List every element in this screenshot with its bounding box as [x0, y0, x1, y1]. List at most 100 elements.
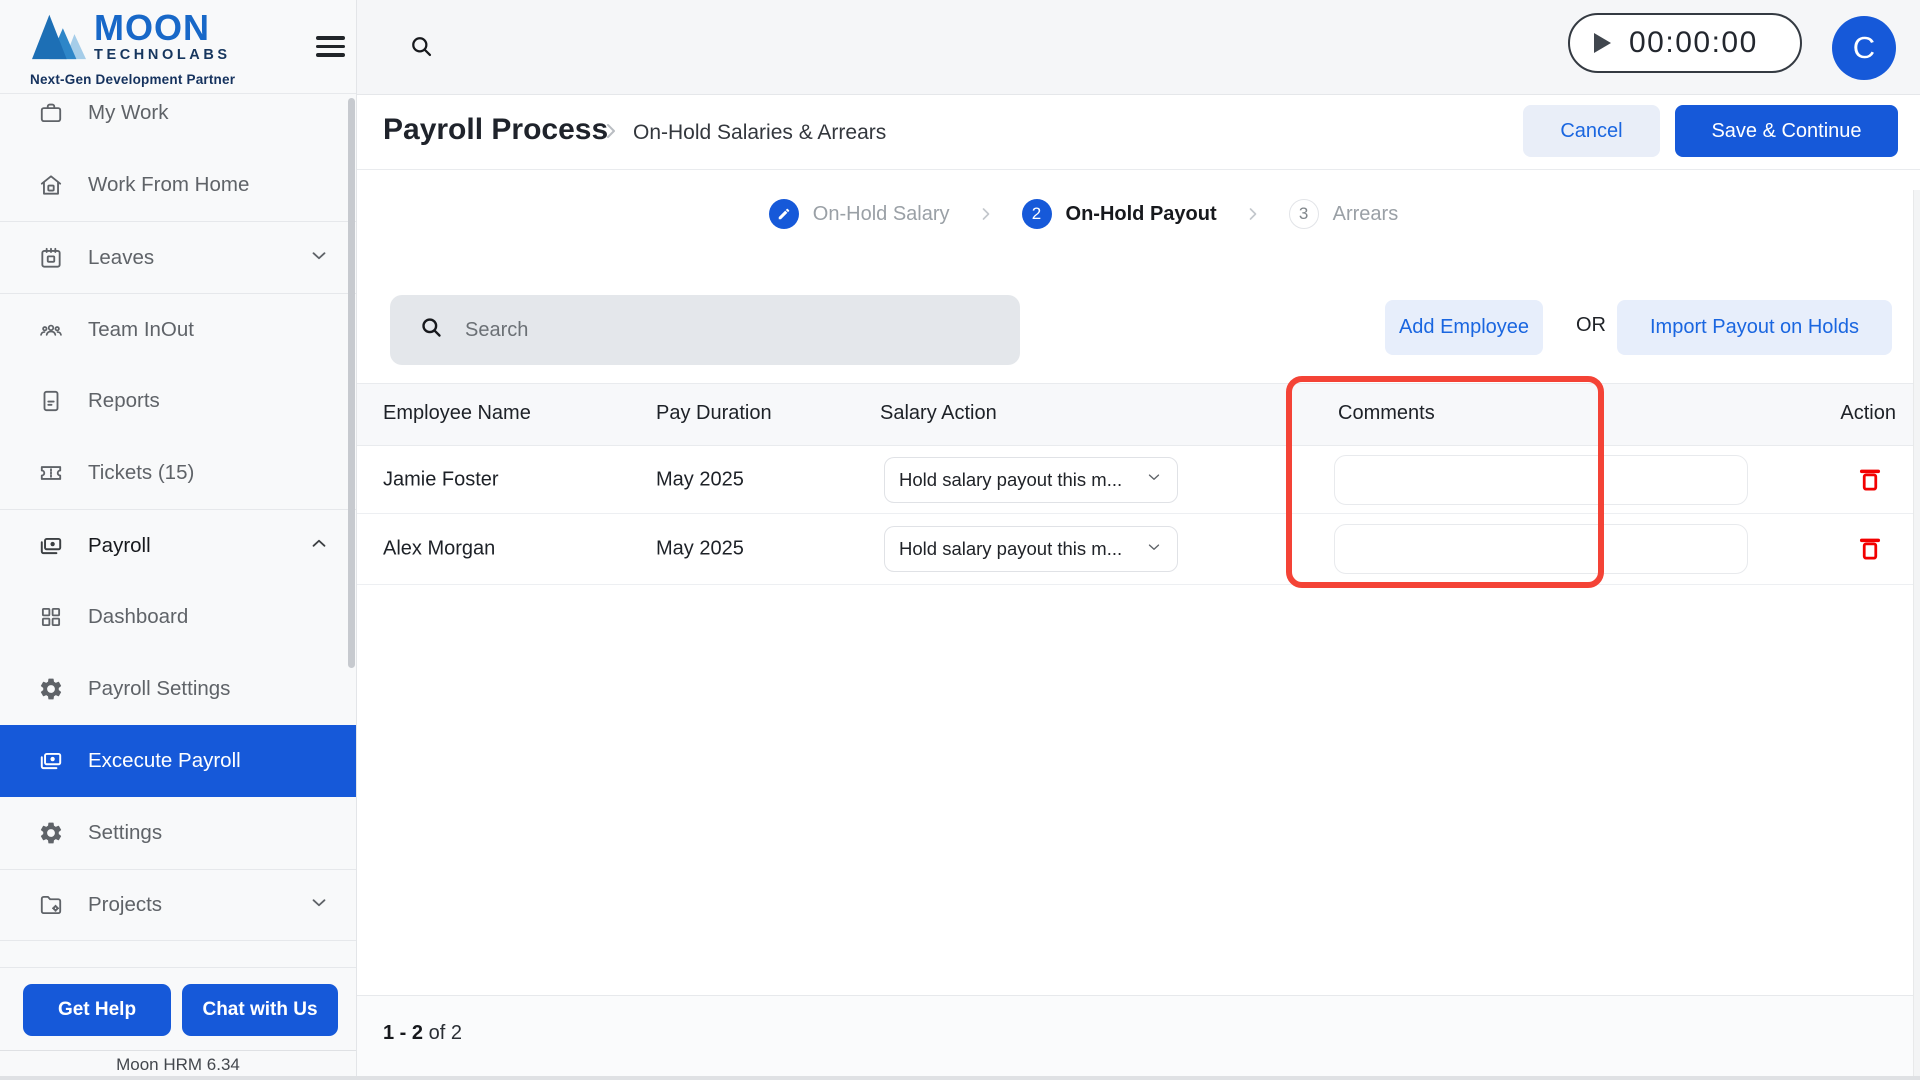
- column-header-employee-name: Employee Name: [383, 402, 531, 424]
- chevron-right-icon: [1243, 204, 1263, 224]
- home-icon: [38, 172, 64, 198]
- dashboard-icon: [38, 604, 64, 630]
- sidebar-nav: My Work Work From Home Leaves Team InOut…: [0, 95, 356, 945]
- moon-mountain-logo-icon: [30, 9, 88, 68]
- sidebar-item-label: Tickets (15): [88, 461, 195, 484]
- stepper: On-Hold Salary 2 On-Hold Payout 3 Arrear…: [357, 170, 1920, 258]
- pagination-range-suffix: of 2: [423, 1022, 462, 1044]
- sidebar-item-reports[interactable]: Reports: [0, 365, 356, 437]
- main-content: Payroll Process On-Hold Salaries & Arrea…: [357, 95, 1920, 1080]
- comment-input[interactable]: [1334, 454, 1748, 505]
- sidebar: MOON TECHNOLABS Next-Gen Development Par…: [0, 0, 357, 1080]
- step-arrears[interactable]: 3 Arrears: [1288, 199, 1399, 229]
- sidebar-item-label: Excecute Payroll: [88, 749, 241, 772]
- sidebar-item-my-work[interactable]: My Work: [0, 95, 356, 149]
- calendar-icon: [38, 245, 64, 271]
- column-header-comments: Comments: [1338, 402, 1435, 424]
- timer-value: 00:00:00: [1629, 26, 1758, 59]
- step-on-hold-payout[interactable]: 2 On-Hold Payout: [1021, 199, 1217, 229]
- brand-name: MOON: [94, 7, 210, 48]
- search-icon[interactable]: [408, 33, 435, 65]
- breadcrumb: On-Hold Salaries & Arrears: [633, 121, 887, 144]
- sidebar-item-settings[interactable]: Settings: [0, 797, 356, 869]
- sidebar-scrollbar[interactable]: [348, 98, 355, 668]
- gear-icon: [38, 676, 64, 702]
- employee-name-cell: Alex Morgan: [383, 537, 496, 560]
- brand-subname: TECHNOLABS: [94, 47, 231, 63]
- sidebar-item-dashboard[interactable]: Dashboard: [0, 581, 356, 653]
- pagination-range: 1 - 2 of 2: [383, 1022, 462, 1045]
- avatar[interactable]: C: [1832, 16, 1896, 80]
- payments-icon: [38, 533, 64, 559]
- table-footer: 1 - 2 of 2: [357, 995, 1920, 1080]
- sidebar-item-leaves[interactable]: Leaves: [0, 221, 356, 293]
- play-icon[interactable]: [1594, 33, 1611, 53]
- table-row: Alex Morgan May 2025 Hold salary payout …: [357, 514, 1920, 585]
- sidebar-item-tickets[interactable]: Tickets (15): [0, 437, 356, 509]
- window-bottom-edge: [0, 1076, 1920, 1080]
- table-header-row: Employee Name Pay Duration Salary Action…: [357, 383, 1920, 446]
- chevron-down-icon: [1145, 538, 1163, 561]
- topbar: 00:00:00 C: [357, 0, 1920, 95]
- chevron-up-icon: [308, 532, 330, 559]
- logo-block: MOON TECHNOLABS Next-Gen Development Par…: [0, 0, 356, 94]
- sidebar-item-label: Team InOut: [88, 317, 194, 341]
- sidebar-item-label: Payroll Settings: [88, 677, 231, 700]
- page-scrollbar[interactable]: [1913, 190, 1920, 1080]
- salary-action-select[interactable]: Hold salary payout this m...: [884, 456, 1178, 503]
- sidebar-item-excecute-payroll[interactable]: Excecute Payroll: [0, 725, 356, 797]
- step-label: On-Hold Payout: [1065, 202, 1217, 225]
- chat-with-us-button[interactable]: Chat with Us: [182, 984, 338, 1036]
- table-row: Jamie Foster May 2025 Hold salary payout…: [357, 446, 1920, 514]
- sidebar-item-label: Projects: [88, 893, 163, 916]
- hamburger-menu-icon[interactable]: [316, 36, 345, 59]
- chevron-down-icon: [308, 892, 330, 919]
- search-input[interactable]: [465, 318, 985, 342]
- timer-widget[interactable]: 00:00:00: [1568, 13, 1802, 73]
- chevron-down-icon: [1145, 468, 1163, 491]
- or-label: OR: [1576, 314, 1606, 336]
- chevron-right-icon: [976, 204, 996, 224]
- document-icon: [38, 388, 64, 414]
- save-continue-button[interactable]: Save & Continue: [1675, 105, 1898, 157]
- delete-row-button[interactable]: [1855, 464, 1885, 496]
- sidebar-item-work-from-home[interactable]: Work From Home: [0, 149, 356, 221]
- payments-icon: [38, 748, 64, 774]
- avatar-initial: C: [1852, 30, 1876, 65]
- step-number: 2: [1021, 199, 1052, 229]
- table-search: [390, 295, 1020, 365]
- sidebar-item-team-inout[interactable]: Team InOut: [0, 293, 356, 365]
- step-label: On-Hold Salary: [812, 202, 950, 225]
- salary-action-value: Hold salary payout this m...: [899, 468, 1123, 490]
- sidebar-item-label: Settings: [88, 821, 163, 844]
- sidebar-item-label: Payroll: [88, 533, 151, 557]
- import-payout-button[interactable]: Import Payout on Holds: [1617, 300, 1892, 355]
- sidebar-item-payroll[interactable]: Payroll: [0, 509, 356, 581]
- get-help-button[interactable]: Get Help: [23, 984, 171, 1036]
- sidebar-item-payroll-settings[interactable]: Payroll Settings: [0, 653, 356, 725]
- step-label: Arrears: [1332, 202, 1399, 225]
- add-employee-button[interactable]: Add Employee: [1385, 300, 1543, 355]
- pagination-range-bold: 1 - 2: [383, 1022, 424, 1044]
- pay-duration-cell: May 2025: [656, 537, 744, 560]
- ticket-icon: [38, 460, 64, 486]
- search-icon: [418, 314, 445, 346]
- page-title: Payroll Process: [383, 113, 609, 146]
- column-header-salary-action: Salary Action: [880, 402, 997, 424]
- sidebar-item-projects[interactable]: Projects: [0, 869, 356, 941]
- comment-input[interactable]: [1334, 524, 1748, 574]
- briefcase-icon: [38, 100, 64, 126]
- step-on-hold-salary[interactable]: On-Hold Salary: [768, 199, 950, 229]
- column-header-pay-duration: Pay Duration: [656, 402, 772, 424]
- sidebar-item-label: Work From Home: [88, 173, 250, 196]
- salary-action-select[interactable]: Hold salary payout this m...: [884, 526, 1178, 572]
- salary-action-value: Hold salary payout this m...: [899, 538, 1123, 559]
- gear-icon: [38, 820, 64, 846]
- sidebar-item-label: Leaves: [88, 245, 155, 269]
- cancel-button[interactable]: Cancel: [1523, 105, 1660, 157]
- sidebar-item-label: My Work: [88, 101, 169, 124]
- step-number: 3: [1288, 199, 1319, 229]
- delete-row-button[interactable]: [1855, 533, 1885, 565]
- people-icon: [38, 317, 64, 343]
- breadcrumb-chevron-icon: [599, 119, 623, 148]
